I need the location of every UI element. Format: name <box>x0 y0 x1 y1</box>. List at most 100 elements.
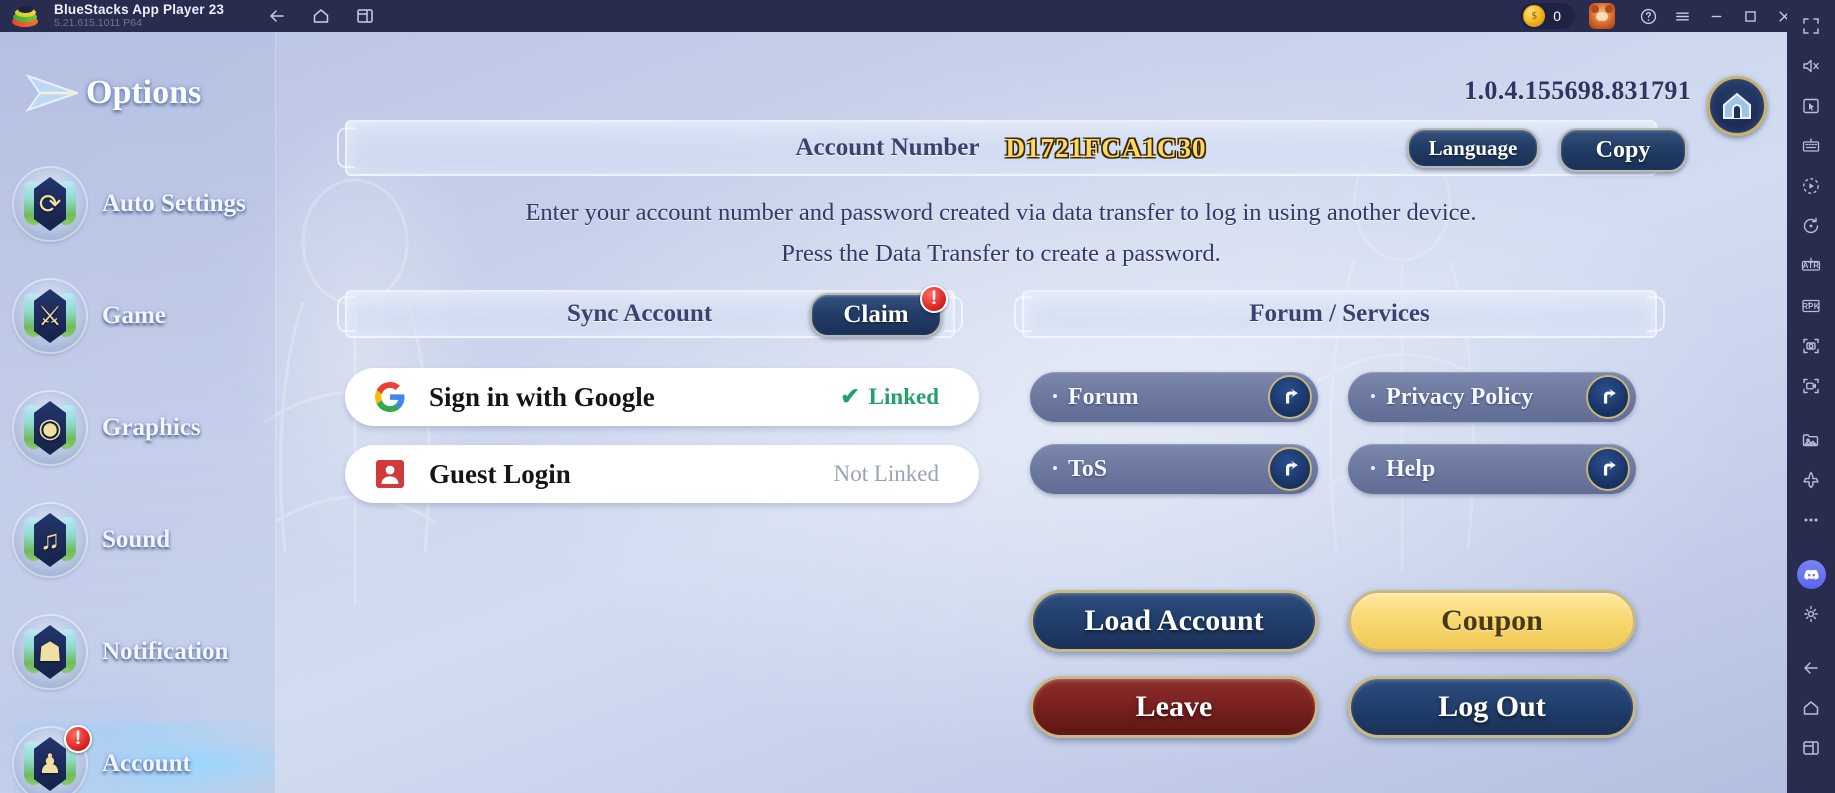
macro-play-icon[interactable] <box>1791 166 1831 206</box>
login-status-text: Linked <box>868 384 939 409</box>
login-row-guest[interactable]: Guest Login Not Linked <box>345 445 979 503</box>
mute-icon[interactable] <box>1791 46 1831 86</box>
login-status-google: ✔ Linked <box>840 384 939 410</box>
atr-icon[interactable]: ATR <box>1791 246 1831 286</box>
discord-logo-icon <box>1796 559 1826 589</box>
home-house-icon[interactable] <box>1707 76 1767 136</box>
account-alert-badge: ! <box>64 725 92 753</box>
sidebar-item-notification[interactable]: ☗ Notification <box>14 610 275 694</box>
home-icon[interactable] <box>310 5 332 27</box>
sound-note-badge-icon: ♫ <box>14 504 86 576</box>
notification-bell-badge-icon: ☗ <box>14 616 86 688</box>
settings-gear-icon[interactable] <box>1791 594 1831 634</box>
eco-boost-icon[interactable] <box>1791 460 1831 500</box>
sidebar-item-label: Sound <box>102 526 171 553</box>
sidebar-item-label: Notification <box>102 638 229 665</box>
account-number-label: Account Number <box>795 134 980 161</box>
multi-instance-icon[interactable] <box>354 5 376 27</box>
window-titlebar: BlueStacks App Player 23 5.21.615.1011 P… <box>0 0 1835 32</box>
external-link-arrow-icon <box>1268 447 1312 491</box>
titlebar-nav-group <box>266 5 376 27</box>
coin-counter[interactable]: $ 0 <box>1520 3 1575 29</box>
external-link-arrow-icon <box>1586 447 1630 491</box>
options-sidebar: Options ⟳ Auto Settings ⚔ Game ◉ Graphic… <box>0 32 276 793</box>
guest-person-icon <box>373 457 407 491</box>
leave-button[interactable]: Leave <box>1030 676 1318 738</box>
svg-text:ATR: ATR <box>1803 261 1820 270</box>
graphics-glyph: ◉ <box>38 412 62 443</box>
instruction-line-1: Enter your account number and password c… <box>525 199 1477 226</box>
pointer-mode-icon[interactable] <box>1791 86 1831 126</box>
bullet-icon: • <box>1370 387 1376 406</box>
hamburger-menu-icon[interactable] <box>1665 0 1699 32</box>
link-label: ToS <box>1067 455 1108 482</box>
account-person-badge-icon: ♟ ! <box>14 725 92 793</box>
maximize-icon[interactable] <box>1733 0 1767 32</box>
page-title: Options <box>22 74 201 112</box>
link-button-privacy-policy[interactable]: • Privacy Policy <box>1348 372 1636 422</box>
rpk-icon[interactable]: RPK <box>1791 286 1831 326</box>
sidebar-item-label: Account <box>102 750 191 777</box>
back-arrow-icon[interactable] <box>1791 648 1831 688</box>
coin-value: 0 <box>1553 8 1561 24</box>
log-out-button[interactable]: Log Out <box>1348 676 1636 738</box>
link-button-tos[interactable]: • ToS <box>1030 444 1318 494</box>
login-status-guest: Not Linked <box>833 461 939 486</box>
language-button[interactable]: Language <box>1407 128 1539 168</box>
link-label: Forum <box>1067 383 1139 410</box>
sidebar-item-account[interactable]: ♟ ! Account <box>14 722 275 793</box>
auto-settings-glyph: ⟳ <box>38 188 62 219</box>
home-nav-icon[interactable] <box>1791 688 1831 728</box>
game-version-text: 1.0.4.155698.831791 <box>1464 76 1691 105</box>
copy-button[interactable]: Copy <box>1559 128 1687 172</box>
sidebar-item-label: Auto Settings <box>102 190 246 217</box>
login-name-guest: Guest Login <box>429 458 571 489</box>
instructions-text: Enter your account number and password c… <box>345 192 1657 274</box>
notification-glyph: ☗ <box>37 636 63 667</box>
svg-text:RPK: RPK <box>1802 302 1820 311</box>
bluestacks-right-toolbar: ATR RPK <box>1787 0 1835 793</box>
claim-alert-badge: ! <box>920 285 948 313</box>
graphics-eye-badge-icon: ◉ <box>14 392 86 464</box>
sidebar-item-sound[interactable]: ♫ Sound <box>14 498 275 582</box>
sidebar-item-graphics[interactable]: ◉ Graphics <box>14 386 275 470</box>
login-row-google[interactable]: Sign in with Google ✔ Linked <box>345 368 979 426</box>
record-video-icon[interactable] <box>1791 366 1831 406</box>
external-link-arrow-icon <box>1268 375 1312 419</box>
screenshot-icon[interactable] <box>1791 326 1831 366</box>
media-manager-icon[interactable] <box>1791 420 1831 460</box>
game-viewport: Options ⟳ Auto Settings ⚔ Game ◉ Graphic… <box>0 32 1787 793</box>
forum-services-title: Forum / Services <box>1249 300 1430 327</box>
sidebar-item-auto-settings[interactable]: ⟳ Auto Settings <box>14 162 275 246</box>
forum-services-panel: Forum / Services <box>1022 290 1657 338</box>
load-account-button[interactable]: Load Account <box>1030 590 1318 652</box>
bullet-icon: • <box>1052 459 1058 478</box>
help-icon[interactable] <box>1631 0 1665 32</box>
link-label: Help <box>1385 455 1436 482</box>
fullscreen-icon[interactable] <box>1791 6 1831 46</box>
google-g-icon <box>373 380 407 414</box>
link-button-forum[interactable]: • Forum <box>1030 372 1318 422</box>
game-swords-badge-icon: ⚔ <box>14 280 86 352</box>
keyboard-controls-icon[interactable] <box>1791 126 1831 166</box>
bullet-icon: • <box>1370 459 1376 478</box>
recents-icon[interactable] <box>1791 728 1831 768</box>
more-options-icon[interactable] <box>1791 500 1831 540</box>
coupon-button[interactable]: Coupon <box>1348 590 1636 652</box>
minimize-icon[interactable] <box>1699 0 1733 32</box>
rotate-icon[interactable] <box>1791 206 1831 246</box>
link-button-help[interactable]: • Help <box>1348 444 1636 494</box>
discord-icon[interactable] <box>1791 554 1831 594</box>
app-title-block: BlueStacks App Player 23 5.21.615.1011 P… <box>54 2 224 30</box>
coin-icon: $ <box>1523 5 1546 27</box>
sidebar-item-game[interactable]: ⚔ Game <box>14 274 275 358</box>
check-icon: ✔ <box>840 384 860 409</box>
options-arrow-icon <box>25 74 78 112</box>
back-icon[interactable] <box>266 5 288 27</box>
bear-avatar-icon[interactable] <box>1589 3 1615 29</box>
sync-account-title: Sync Account <box>567 300 713 327</box>
sound-glyph: ♫ <box>39 524 61 555</box>
app-version: 5.21.615.1011 P64 <box>54 17 142 30</box>
sidebar-item-label: Game <box>102 302 166 329</box>
auto-settings-badge-icon: ⟳ <box>14 168 86 240</box>
